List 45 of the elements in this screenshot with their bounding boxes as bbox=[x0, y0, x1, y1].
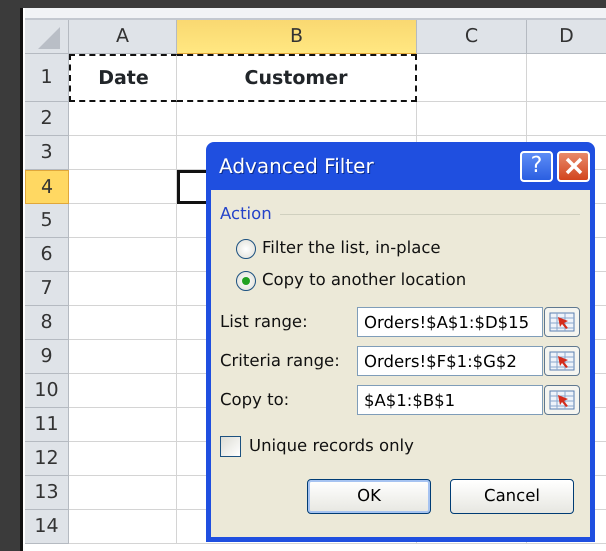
input-field[interactable]: Orders!$A$1:$D$15 bbox=[357, 307, 543, 338]
column-header[interactable]: A bbox=[69, 20, 177, 54]
row-header[interactable]: 3 bbox=[25, 136, 69, 170]
row-header[interactable]: 8 bbox=[25, 306, 69, 340]
checkbox[interactable] bbox=[220, 436, 241, 457]
radio-button[interactable] bbox=[236, 238, 256, 259]
row-header[interactable]: 1 bbox=[25, 54, 69, 102]
range-picker-icon bbox=[549, 351, 575, 372]
dialog-title: Advanced Filter bbox=[219, 153, 375, 180]
column-header[interactable]: B bbox=[177, 20, 417, 54]
group-label: Action bbox=[220, 203, 272, 225]
table-cell: Date bbox=[69, 54, 177, 102]
row-header[interactable]: 13 bbox=[25, 476, 69, 510]
field-label: Criteria range: bbox=[220, 350, 341, 372]
help-button[interactable]: ? bbox=[520, 150, 553, 182]
row-header[interactable]: 10 bbox=[25, 374, 69, 408]
row-header[interactable]: 5 bbox=[25, 204, 69, 238]
field-label: List range: bbox=[220, 310, 309, 333]
row-header[interactable]: 6 bbox=[25, 238, 69, 272]
row-header[interactable]: 2 bbox=[25, 102, 69, 136]
radio-button[interactable] bbox=[236, 270, 256, 291]
close-button[interactable] bbox=[557, 150, 590, 182]
close-icon bbox=[564, 157, 582, 175]
row-header[interactable]: 12 bbox=[25, 442, 69, 476]
range-picker-icon bbox=[549, 390, 575, 410]
row-header[interactable]: 7 bbox=[25, 272, 69, 306]
range-select-button[interactable] bbox=[544, 385, 580, 416]
ok-button[interactable]: OK bbox=[307, 478, 431, 514]
row-header[interactable]: 9 bbox=[25, 340, 69, 374]
column-header[interactable]: D bbox=[527, 20, 606, 54]
column-header[interactable]: C bbox=[417, 20, 527, 54]
range-select-button[interactable] bbox=[544, 346, 580, 376]
row-header[interactable]: 4 bbox=[25, 170, 69, 204]
radio-label[interactable]: Filter the list, in-place bbox=[262, 236, 441, 262]
radio-label[interactable]: Copy to another location bbox=[262, 268, 466, 294]
row-header[interactable]: 11 bbox=[25, 408, 69, 442]
cancel-button[interactable]: Cancel bbox=[450, 478, 574, 514]
input-field[interactable]: Orders!$F$1:$G$2 bbox=[357, 346, 543, 376]
range-select-button[interactable] bbox=[544, 307, 580, 338]
row-header[interactable]: 14 bbox=[25, 510, 69, 544]
range-picker-icon bbox=[549, 312, 575, 332]
field-label: Copy to: bbox=[220, 388, 290, 411]
table-cell: Customer bbox=[177, 54, 417, 102]
checkbox-label[interactable]: Unique records only bbox=[249, 434, 414, 458]
input-field[interactable]: $A$1:$B$1 bbox=[357, 385, 543, 416]
